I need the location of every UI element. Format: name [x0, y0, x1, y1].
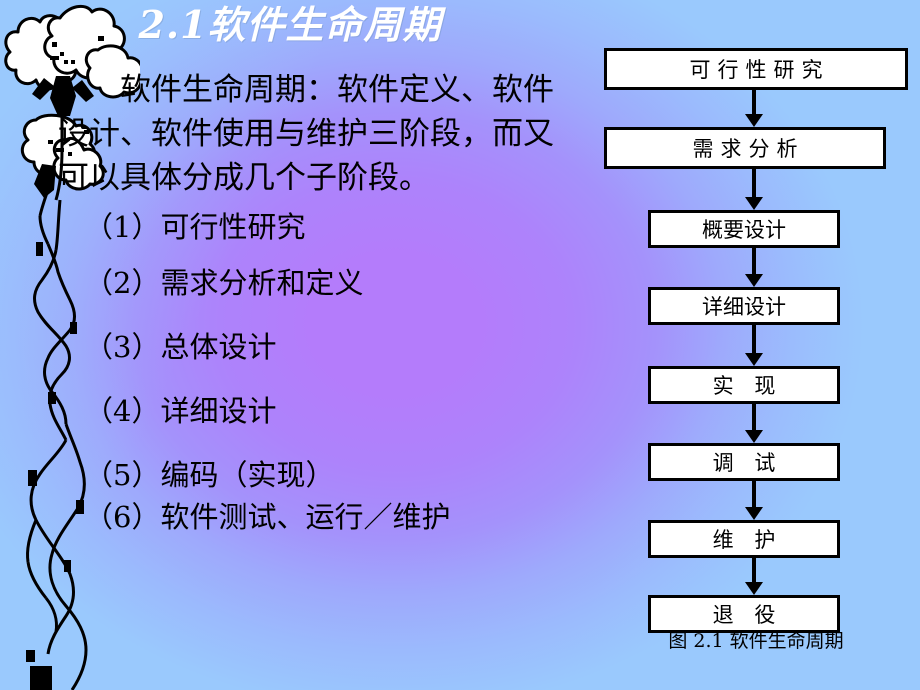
flowchart-node-implementation: 实 现 [648, 366, 840, 404]
list-item: （6）软件测试、运行／维护 [84, 500, 451, 534]
list-item: （1）可行性研究 [84, 210, 306, 244]
flowchart-node-feasibility-study: 可行性研究 [604, 48, 908, 90]
flowchart-caption: 图 2.1 软件生命周期 [668, 630, 844, 652]
flowchart-node-requirements-analysis: 需求分析 [604, 127, 886, 169]
list-item: （3）总体设计 [84, 330, 277, 364]
list-item: （4）详细设计 [84, 394, 277, 428]
intro-paragraph: 软件生命周期：软件定义、软件设计、软件使用与维护三阶段，而又可以具体分成几个子阶… [58, 72, 554, 196]
flowchart-node-testing: 调 试 [648, 443, 840, 481]
flowchart-node-detailed-design: 详细设计 [648, 287, 840, 325]
body-text-block: 软件生命周期：软件定义、软件设计、软件使用与维护三阶段，而又可以具体分成几个子阶… [58, 68, 568, 532]
page-title: 2.1软件生命周期 [138, 2, 442, 47]
flowchart-node-maintenance: 维 护 [648, 520, 840, 558]
software-lifecycle-flowchart: 可行性研究 需求分析 概要设计 详细设计 实 现 调 试 维 护 退 役 图 2… [600, 44, 912, 652]
slide-canvas: 2.1软件生命周期 软件生命周期：软件定义、软件设计、软件使用与维护三阶段，而又… [0, 0, 920, 690]
flowchart-node-preliminary-design: 概要设计 [648, 210, 840, 248]
list-item: （2）需求分析和定义 [84, 266, 364, 300]
list-item: （5）编码（实现） [84, 458, 335, 492]
